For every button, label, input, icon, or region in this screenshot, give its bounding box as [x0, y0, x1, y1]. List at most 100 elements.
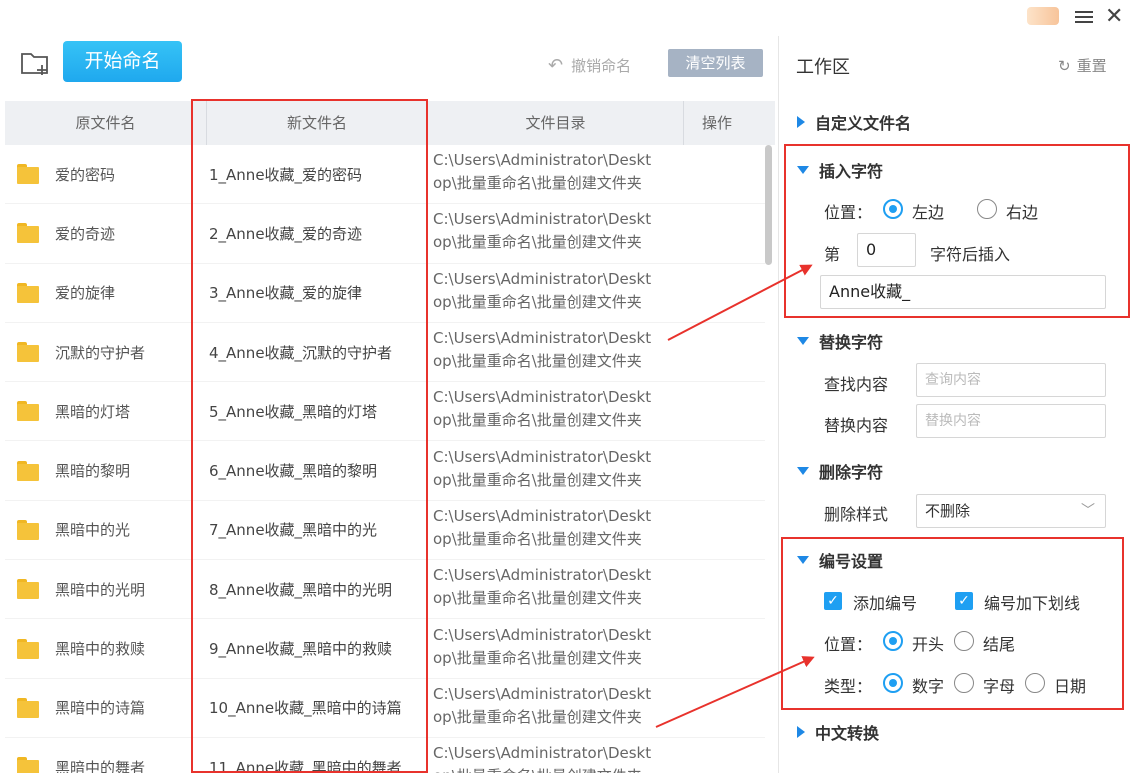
reset-button[interactable]: ↻ 重置 [1058, 55, 1107, 76]
directory-line-1: C:\Users\Administrator\Deskt [433, 210, 652, 229]
type-date-radio[interactable] [1025, 673, 1045, 693]
directory-line-2: op\批量重命名\批量创建文件夹 [433, 529, 642, 548]
type-digit-radio[interactable] [883, 673, 903, 693]
insert-left-radio[interactable] [883, 199, 903, 219]
close-icon[interactable]: ✕ [1105, 5, 1123, 29]
table-row[interactable]: 爱的奇迹 2_Anne收藏_爱的奇迹 C:\Users\Administrator\… [5, 204, 765, 264]
directory-cell: C:\Users\Administrator\Deskt op\批量重命名\批量创… [424, 505, 664, 555]
table-row[interactable]: 爱的旋律 3_Anne收藏_爱的旋律 C:\Users\Administrator\… [5, 264, 765, 323]
type-letter-radio[interactable] [954, 673, 974, 693]
folder-icon [17, 401, 39, 422]
underline-number-label: 编号加下划线 [984, 594, 1081, 613]
clear-list-button[interactable]: 清空列表 [668, 49, 763, 77]
folder-icon [17, 519, 39, 540]
section-title: 中文转换 [815, 724, 880, 743]
section-chinese-conversion[interactable]: 中文转换 [797, 720, 879, 744]
table-row[interactable]: 黑暗中的舞者 11_Anne收藏_黑暗中的舞者 C:\Users\Administr… [5, 738, 765, 773]
original-name-cell: 黑暗中的光 [5, 519, 194, 540]
original-name: 黑暗中的舞者 [55, 758, 146, 773]
original-name: 黑暗中的光明 [55, 580, 146, 599]
insert-right-radio[interactable] [977, 199, 997, 219]
type-date-label: 日期 [1054, 677, 1087, 696]
directory-line-2: op\批量重命名\批量创建文件夹 [433, 174, 642, 193]
section-numbering[interactable]: 编号设置 [797, 548, 883, 572]
delete-style-value: 不删除 [925, 502, 971, 520]
insert-position-input[interactable]: 0 [857, 233, 916, 267]
directory-line-2: op\批量重命名\批量创建文件夹 [433, 765, 664, 773]
table-row[interactable]: 爱的密码 1_Anne收藏_爱的密码 C:\Users\Administrator\… [5, 145, 765, 205]
directory-line-1: C:\Users\Administrator\Deskt [433, 625, 652, 644]
delete-style-label: 删除样式 [824, 505, 889, 524]
underline-number-checkbox[interactable]: ✓ [955, 592, 973, 610]
column-new-name[interactable]: 新文件名 [206, 101, 428, 145]
reset-label: 重置 [1076, 57, 1107, 75]
directory-cell: C:\Users\Administrator\Deskt op\批量重命名\批量创… [424, 564, 664, 614]
section-custom-filename[interactable]: 自定义文件名 [797, 110, 911, 134]
number-type-label: 类型： [824, 677, 873, 696]
section-title: 插入字符 [819, 162, 884, 181]
table-row[interactable]: 黑暗中的救赎 9_Anne收藏_黑暗中的救赎 C:\Users\Administra… [5, 619, 765, 679]
original-name-cell: 黑暗中的光明 [5, 579, 194, 600]
folder-icon [17, 757, 39, 773]
table-row[interactable]: 黑暗的灯塔 5_Anne收藏_黑暗的灯塔 C:\Users\Administrato… [5, 382, 765, 442]
original-name-cell: 黑暗中的舞者 [5, 757, 194, 773]
new-name-cell: 2_Anne收藏_爱的奇迹 [209, 224, 363, 243]
directory-line-2: op\批量重命名\批量创建文件夹 [433, 352, 642, 371]
number-end-radio[interactable] [954, 631, 974, 651]
table-row[interactable]: 黑暗中的光明 8_Anne收藏_黑暗中的光明 C:\Users\Administra… [5, 560, 765, 620]
column-directory[interactable]: 文件目录 [428, 101, 684, 145]
add-number-checkbox[interactable]: ✓ [824, 592, 842, 610]
file-table: 原文件名 新文件名 文件目录 操作 爱的密码 1_Anne收藏_爱的密码 C:\Us… [5, 101, 775, 773]
directory-line-1: C:\Users\Administrator\Deskt [433, 744, 652, 763]
chevron-down-icon: ﹀ [1081, 503, 1095, 519]
directory-cell: C:\Users\Administrator\Deskt op\批量重命名\批量创… [424, 742, 664, 773]
directory-line-1: C:\Users\Administrator\Deskt [433, 388, 652, 407]
original-name-cell: 沉默的守护者 [5, 342, 194, 363]
directory-line-2: op\批量重命名\批量创建文件夹 [433, 470, 642, 489]
section-title: 自定义文件名 [815, 114, 912, 133]
workspace-title: 工作区 [796, 57, 850, 78]
collapsed-triangle-icon [797, 116, 805, 128]
column-original-name[interactable]: 原文件名 [5, 101, 206, 145]
avatar[interactable] [1027, 7, 1059, 25]
section-delete-chars[interactable]: 删除字符 [797, 459, 883, 483]
folder-icon [17, 223, 39, 244]
original-name: 黑暗中的诗篇 [55, 699, 146, 718]
table-scrollbar[interactable] [765, 145, 772, 265]
folder-add-icon[interactable] [20, 50, 50, 76]
original-name-cell: 爱的奇迹 [5, 223, 194, 244]
folder-icon [17, 579, 39, 600]
original-name: 爱的旋律 [55, 284, 116, 303]
section-title: 编号设置 [819, 552, 884, 571]
insert-text-input[interactable]: Anne收藏_ [820, 275, 1106, 309]
folder-icon [17, 282, 39, 303]
table-row[interactable]: 黑暗中的光 7_Anne收藏_黑暗中的光 C:\Users\Administrato… [5, 501, 765, 561]
title-bar: ✕ [0, 0, 1143, 36]
column-actions[interactable]: 操作 [684, 101, 750, 145]
replace-input[interactable]: 替换内容 [916, 404, 1106, 438]
menu-icon[interactable] [1074, 8, 1094, 28]
insert-nth-label: 第 [824, 245, 841, 264]
number-start-radio[interactable] [883, 631, 903, 651]
undo-rename-button[interactable]: ↶ 撤销命名 [548, 53, 631, 77]
original-name: 黑暗中的救赎 [55, 640, 146, 659]
directory-cell: C:\Users\Administrator\Deskt op\批量重命名\批量创… [424, 268, 664, 318]
table-row[interactable]: 沉默的守护者 4_Anne收藏_沉默的守护者 C:\Users\Administra… [5, 323, 765, 383]
find-input[interactable]: 查询内容 [916, 363, 1106, 397]
table-row[interactable]: 黑暗中的诗篇 10_Anne收藏_黑暗中的诗篇 C:\Users\Administr… [5, 679, 765, 738]
table-body: 爱的密码 1_Anne收藏_爱的密码 C:\Users\Administrator\… [5, 145, 765, 773]
section-replace-chars[interactable]: 替换字符 [797, 329, 883, 353]
table-row[interactable]: 黑暗的黎明 6_Anne收藏_黑暗的黎明 C:\Users\Administrato… [5, 441, 765, 501]
section-insert-chars[interactable]: 插入字符 [797, 158, 883, 182]
original-name-cell: 爱的旋律 [5, 282, 194, 303]
new-name-cell: 4_Anne收藏_沉默的守护者 [209, 343, 393, 362]
refresh-icon: ↻ [1058, 56, 1071, 75]
delete-style-select[interactable]: 不删除 ﹀ [916, 494, 1106, 528]
start-rename-button[interactable]: 开始命名 [63, 41, 182, 82]
table-header: 原文件名 新文件名 文件目录 操作 [5, 101, 775, 145]
undo-icon: ↶ [548, 54, 564, 76]
directory-line-2: op\批量重命名\批量创建文件夹 [433, 589, 642, 608]
directory-line-1: C:\Users\Administrator\Deskt [433, 447, 652, 466]
folder-icon [17, 638, 39, 659]
directory-line-2: op\批量重命名\批量创建文件夹 [433, 292, 642, 311]
